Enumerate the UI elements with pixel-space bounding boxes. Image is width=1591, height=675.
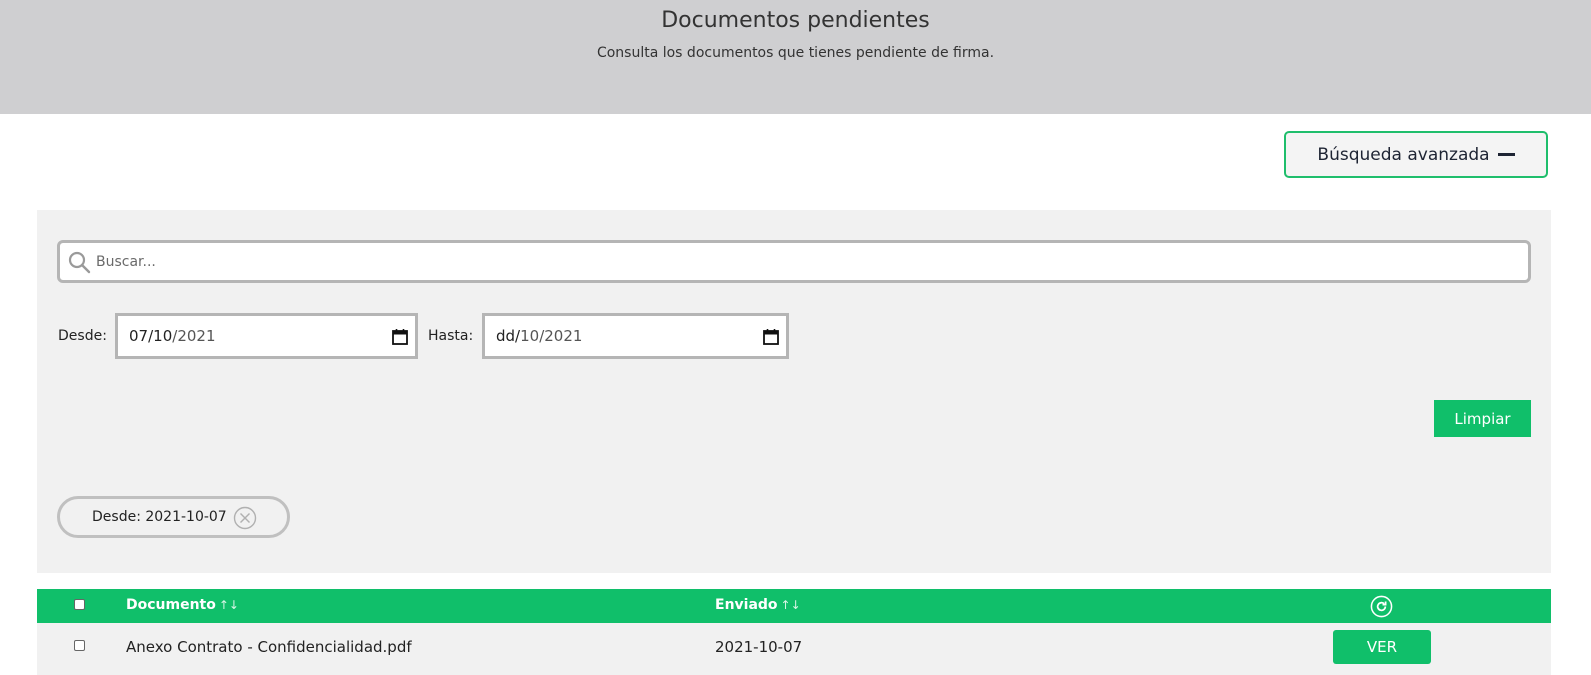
column-header-enviado-label: Enviado bbox=[715, 597, 778, 613]
table-row: Anexo Contrato - Confidencialidad.pdf 20… bbox=[37, 623, 1551, 675]
page-subtitle: Consulta los documentos que tienes pendi… bbox=[596, 45, 995, 61]
from-date-label: Desde: bbox=[58, 328, 107, 344]
active-filter-chip: Desde: 2021-10-07 bbox=[57, 496, 290, 538]
column-header-enviado[interactable]: Enviado ↑↓ bbox=[715, 597, 801, 613]
from-date-month: 10 bbox=[153, 327, 173, 345]
search-box[interactable] bbox=[57, 240, 1531, 283]
active-filter-chip-label: Desde: 2021-10-07 bbox=[92, 509, 227, 525]
advanced-search-panel: Desde: 07/10/2021 Hasta: dd/10/2021 Limp… bbox=[37, 210, 1551, 573]
page-header: Documentos pendientes Consulta los docum… bbox=[0, 0, 1591, 114]
calendar-icon[interactable] bbox=[391, 328, 409, 346]
to-date-input[interactable]: dd/10/2021 bbox=[482, 313, 789, 359]
to-date-label: Hasta: bbox=[428, 328, 474, 344]
to-date-year: 2021 bbox=[544, 327, 583, 345]
from-date-input[interactable]: 07/10/2021 bbox=[115, 313, 418, 359]
refresh-icon[interactable] bbox=[1370, 595, 1393, 618]
sort-icon[interactable]: ↑↓ bbox=[219, 598, 239, 612]
calendar-icon[interactable] bbox=[762, 328, 780, 346]
document-name: Anexo Contrato - Confidencialidad.pdf bbox=[126, 638, 412, 656]
row-checkbox[interactable] bbox=[74, 640, 85, 651]
select-all-checkbox[interactable] bbox=[74, 599, 85, 610]
advanced-search-label: Búsqueda avanzada bbox=[1317, 144, 1490, 165]
to-date-day: dd bbox=[496, 327, 516, 345]
search-icon bbox=[68, 251, 91, 274]
table-header: Documento ↑↓ Enviado ↑↓ bbox=[37, 589, 1551, 623]
minus-icon bbox=[1497, 153, 1515, 156]
view-document-button[interactable]: VER bbox=[1333, 630, 1431, 664]
to-date-month: 10 bbox=[520, 327, 540, 345]
advanced-search-toggle-button[interactable]: Búsqueda avanzada bbox=[1284, 131, 1548, 178]
sort-icon[interactable]: ↑↓ bbox=[781, 598, 801, 612]
from-date-year: 2021 bbox=[177, 327, 216, 345]
clear-filters-button[interactable]: Limpiar bbox=[1434, 400, 1531, 437]
from-date-day: 07 bbox=[129, 327, 149, 345]
page-title: Documentos pendientes bbox=[661, 8, 930, 33]
search-input[interactable] bbox=[94, 247, 1498, 277]
close-circle-icon[interactable] bbox=[233, 506, 257, 530]
column-header-documento[interactable]: Documento ↑↓ bbox=[126, 597, 239, 613]
column-header-documento-label: Documento bbox=[126, 597, 216, 613]
sent-date: 2021-10-07 bbox=[715, 638, 803, 656]
